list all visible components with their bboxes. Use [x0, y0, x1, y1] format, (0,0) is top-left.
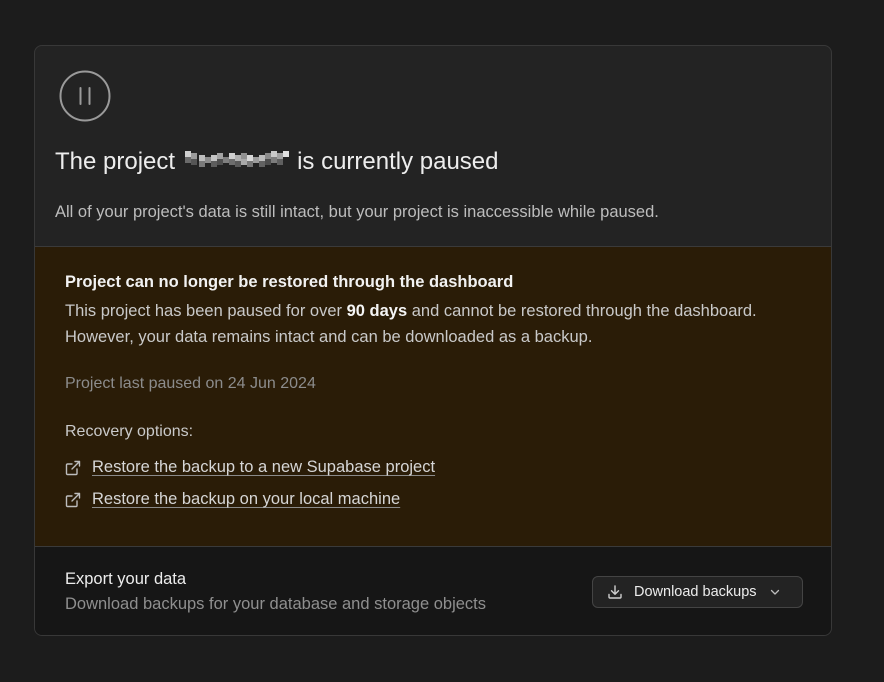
download-backups-button[interactable]: Download backups [592, 576, 803, 608]
external-link-icon [65, 492, 81, 507]
warning-body-start: This project has been paused for over [65, 302, 347, 320]
export-title: Export your data [65, 570, 187, 588]
pause-circle-icon [59, 70, 111, 122]
restore-new-project-link[interactable]: Restore the backup to a new Supabase pro… [65, 458, 435, 477]
export-data-section: Export your data Download backups for yo… [35, 547, 831, 635]
restore-warning-panel: Project can no longer be restored throug… [35, 247, 831, 547]
chevron-down-icon [770, 589, 779, 595]
export-description: Download backups for your database and s… [65, 595, 487, 613]
warning-body-days: 90 days [346, 302, 408, 320]
paused-subtitle: All of your project's data is still inta… [55, 203, 659, 221]
warning-body: This project has been paused for over 90… [65, 298, 815, 350]
recovery-options-label: Recovery options: [65, 423, 194, 440]
warning-title: Project can no longer be restored throug… [65, 273, 514, 291]
paused-header: The project is currently paused All of y… [35, 46, 831, 247]
external-link-icon [65, 460, 81, 475]
restore-local-machine-link[interactable]: Restore the backup on your local machine [65, 490, 400, 509]
paused-project-card: The project is currently paused All of y… [34, 45, 832, 636]
last-paused-date: Project last paused on 24 Jun 2024 [65, 375, 316, 392]
download-icon [608, 585, 622, 599]
title-suffix: is currently paused [297, 148, 499, 175]
restore-new-project-label[interactable]: Restore the backup to a new Supabase pro… [92, 458, 435, 477]
restore-local-machine-label[interactable]: Restore the backup on your local machine [92, 490, 400, 509]
title-prefix: The project [55, 148, 176, 175]
page-title: The project is currently paused [55, 148, 499, 176]
download-backups-label[interactable]: Download backups [634, 584, 757, 600]
redacted-project-name [183, 149, 290, 175]
